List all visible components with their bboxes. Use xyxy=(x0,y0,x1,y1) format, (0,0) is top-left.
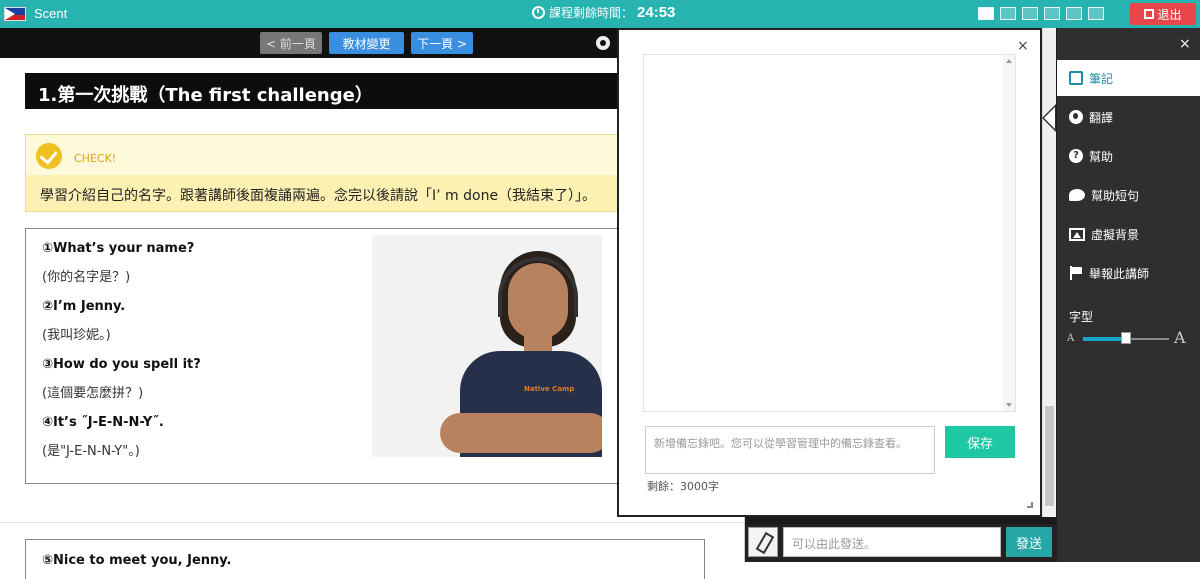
chat-send-row: 可以由此發送。 發送 xyxy=(745,524,1057,562)
dialogue-zh-4: (是"J-E-N-N-Y"。) xyxy=(42,444,140,459)
layout-6-icon[interactable] xyxy=(1088,7,1104,20)
memo-panel: × 新增備忘錄吧。您可以從學習管理中的備忘錄查看。 保存 剩餘：3000字 xyxy=(617,28,1042,517)
slider-fill xyxy=(1083,337,1126,341)
tools-sidebar: × 筆記 翻譯 ? 幫助 幫助短句 虛擬背景 舉報此講師 字型 A A xyxy=(1057,28,1200,562)
sidebar-item-help[interactable]: ? 幫助 xyxy=(1057,138,1200,174)
chat-input[interactable]: 可以由此發送。 xyxy=(783,527,1001,557)
font-big-icon: A xyxy=(1174,328,1186,347)
panel-scrollbar[interactable] xyxy=(1042,28,1056,517)
dialogue-zh-2: (我叫珍妮。) xyxy=(42,328,111,343)
sidebar-item-label: 翻譯 xyxy=(1089,110,1114,125)
font-size-label: 字型 xyxy=(1069,310,1094,324)
tutor-photo: Native Camp xyxy=(372,235,602,457)
translate-globe-icon[interactable] xyxy=(596,36,610,50)
flag-icon xyxy=(1069,266,1083,280)
dialogue-card-next: ⑤Nice to meet you, Jenny. xyxy=(25,539,705,579)
layout-1-icon[interactable] xyxy=(978,7,994,20)
sidebar-item-notes[interactable]: 筆記 xyxy=(1057,60,1200,96)
sidebar-pointer-inner xyxy=(1044,107,1055,129)
top-bar: Scent 課程剩餘時間： 24:53 退出 xyxy=(0,0,1200,28)
dialogue-zh-3: (這個要怎麼拼？) xyxy=(42,386,144,401)
sidebar-item-label: 舉報此講師 xyxy=(1089,266,1150,281)
layout-4-icon[interactable] xyxy=(1044,7,1060,20)
dialogue-en-2: ②I’m Jenny. xyxy=(42,299,126,314)
resize-handle-icon[interactable] xyxy=(1027,502,1033,508)
exit-icon xyxy=(1144,9,1155,19)
check-label: CHECK! xyxy=(74,152,117,165)
font-size-slider[interactable]: A A xyxy=(1067,328,1192,348)
sidebar-item-phrases[interactable]: 幫助短句 xyxy=(1057,177,1200,213)
memo-scrollbar[interactable] xyxy=(1003,55,1015,411)
dialogue-en-1: ①What’s your name? xyxy=(42,241,195,256)
change-material-button[interactable]: 教材變更 xyxy=(329,32,404,54)
sidebar-item-label: 筆記 xyxy=(1089,71,1114,86)
edit-icon xyxy=(1069,71,1083,85)
pencil-icon[interactable] xyxy=(748,527,778,557)
lesson-title: 1.第一次挑戰（The first challenge） xyxy=(25,73,625,109)
check-box: CHECK! 學習介紹自己的名字。跟著講師後面複誦兩遍。念完以後請說「I’ m … xyxy=(25,134,625,212)
clock-icon xyxy=(532,6,545,19)
send-button[interactable]: 發送 xyxy=(1006,527,1052,557)
dialogue-en-5: ⑤Nice to meet you, Jenny. xyxy=(42,553,232,568)
layout-5-icon[interactable] xyxy=(1066,7,1082,20)
layout-3-icon[interactable] xyxy=(1022,7,1038,20)
sidebar-item-report[interactable]: 舉報此講師 xyxy=(1057,255,1200,291)
memo-remaining-count: 剩餘：3000字 xyxy=(647,480,719,493)
layout-2-icon[interactable] xyxy=(1000,7,1016,20)
globe-icon xyxy=(1069,110,1083,124)
timer-label: 課程剩餘時間： xyxy=(549,6,634,20)
sidebar-item-label: 幫助短句 xyxy=(1091,188,1140,203)
sidebar-item-virtual-background[interactable]: 虛擬背景 xyxy=(1057,216,1200,252)
memo-list[interactable] xyxy=(643,54,1016,412)
slider-handle[interactable] xyxy=(1121,332,1131,344)
image-icon xyxy=(1069,227,1085,241)
philippines-flag-icon xyxy=(4,7,26,21)
dialogue-zh-1: (你的名字是？) xyxy=(42,270,131,285)
memo-input[interactable]: 新增備忘錄吧。您可以從學習管理中的備忘錄查看。 xyxy=(645,426,935,474)
font-small-icon: A xyxy=(1067,333,1075,344)
prev-page-button[interactable]: < 前一頁 xyxy=(260,32,322,54)
app-name: Scent xyxy=(34,6,68,21)
shirt-logo: Native Camp xyxy=(524,385,575,393)
chat-bubble-icon xyxy=(1069,189,1085,201)
timer-value: 24:53 xyxy=(637,4,676,21)
memo-save-button[interactable]: 保存 xyxy=(945,426,1015,458)
lesson-timer: 課程剩餘時間： 24:53 xyxy=(532,4,675,21)
logout-label: 退出 xyxy=(1157,7,1182,22)
sidebar-item-label: 虛擬背景 xyxy=(1091,227,1140,242)
help-icon: ? xyxy=(1069,149,1083,163)
close-icon[interactable]: × xyxy=(1017,38,1029,54)
dialogue-en-4: ④It’s ˝J-E-N-N-Y˝. xyxy=(42,415,164,430)
sidebar-item-translate[interactable]: 翻譯 xyxy=(1057,99,1200,135)
layout-switcher xyxy=(978,7,1104,20)
checkmark-icon xyxy=(36,143,62,169)
sidebar-item-label: 幫助 xyxy=(1089,149,1114,164)
sidebar-close-icon[interactable]: × xyxy=(1179,36,1191,52)
lesson-instruction: 學習介紹自己的名字。跟著講師後面複誦兩遍。念完以後請說「I’ m done（我結… xyxy=(40,188,597,204)
dialogue-en-3: ③How do you spell it? xyxy=(42,357,201,372)
next-page-button[interactable]: 下一頁 > xyxy=(411,32,473,54)
section-divider xyxy=(0,522,745,523)
dialogue-card: ①What’s your name? (你的名字是？) ②I’m Jenny. … xyxy=(25,228,625,484)
logout-button[interactable]: 退出 xyxy=(1130,3,1196,25)
